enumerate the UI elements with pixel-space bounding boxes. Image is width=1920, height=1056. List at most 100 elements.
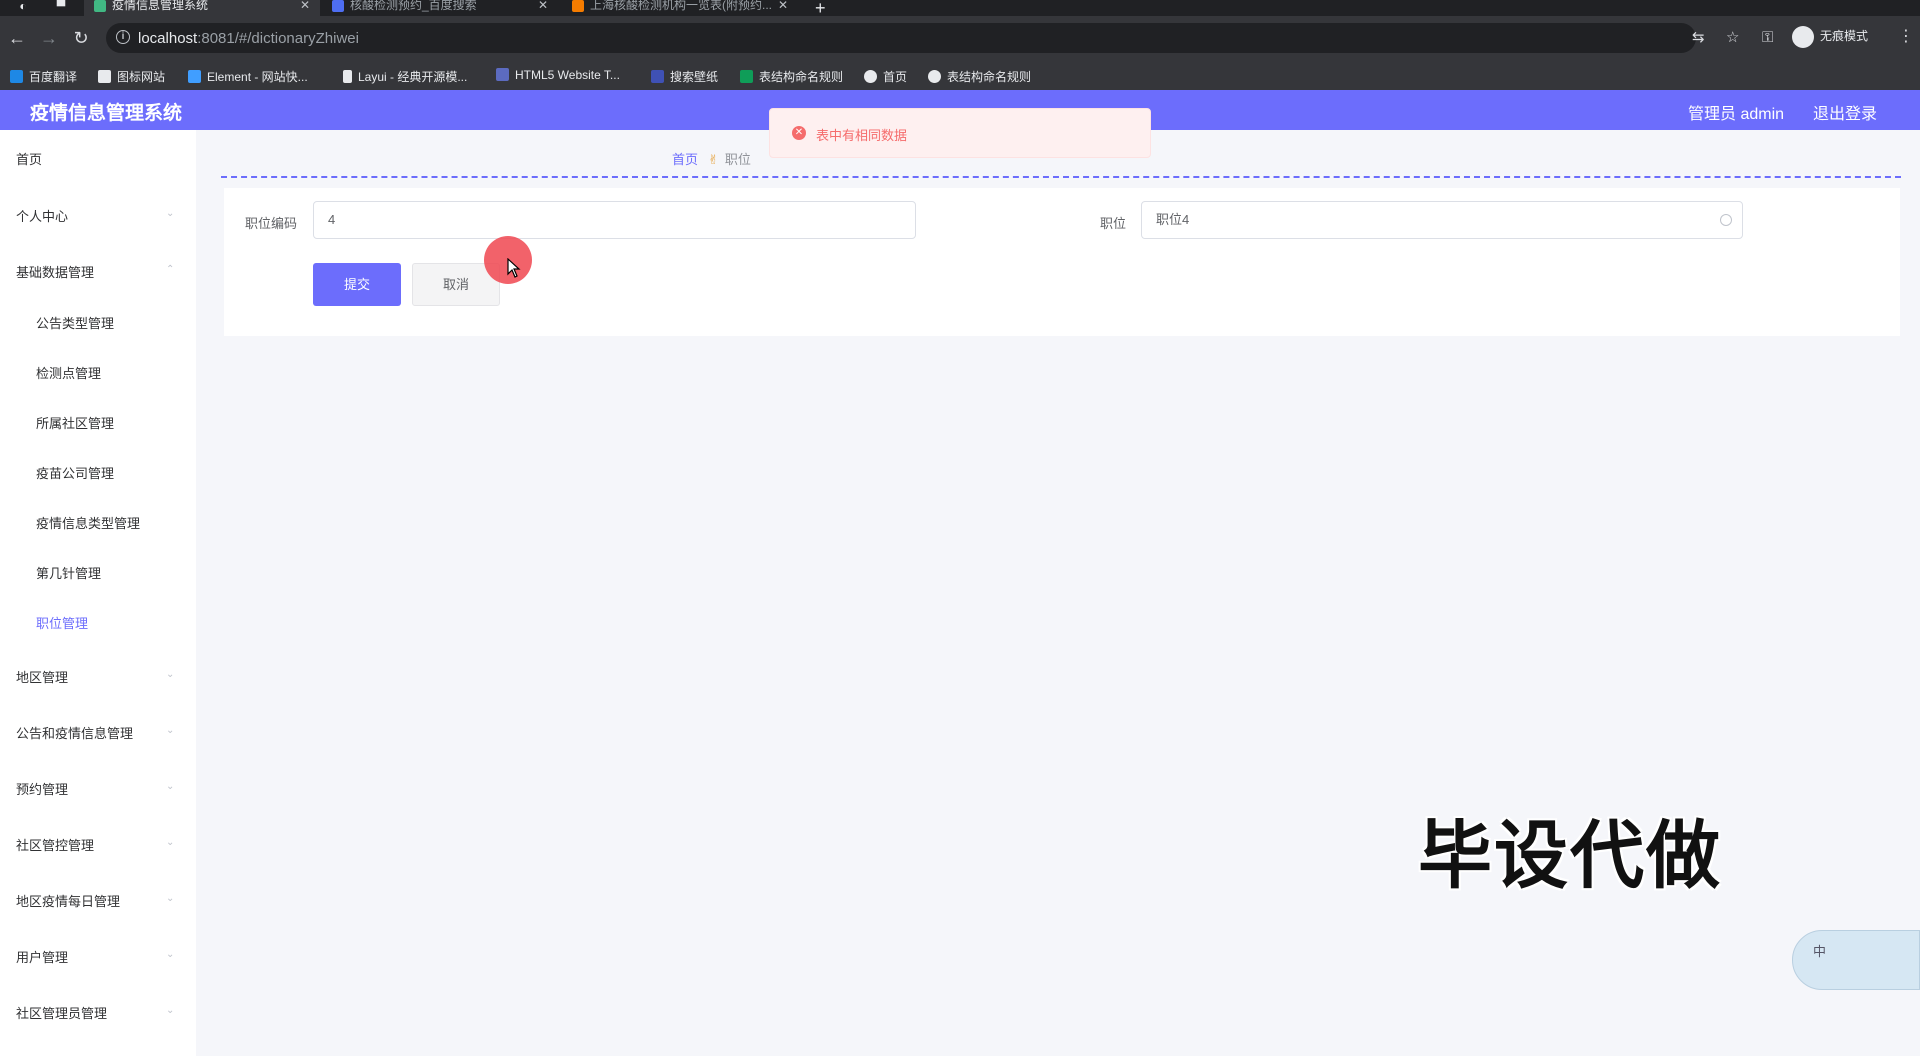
browser-tab[interactable]: 上海核酸检测机构一览表(附预约... ✕ [562, 0, 798, 16]
baidu-icon [332, 0, 344, 12]
breadcrumb: 首页 ✌ 职位 [672, 149, 751, 168]
tab-close-icon[interactable]: ✕ [300, 0, 310, 11]
sidebar-group[interactable]: 社区管理员管理 [16, 1003, 107, 1022]
chevron-down-icon: ⌄ [166, 725, 175, 736]
url-host: localhost [138, 30, 198, 47]
profile-label: 无痕模式 [1820, 29, 1869, 43]
sidebar-subitem-position[interactable]: 职位管理 [36, 613, 88, 632]
translate-icon[interactable]: ⇆ [1692, 28, 1705, 46]
address-bar[interactable]: i localhost:8081/#/dictionaryZhiwei ⇆ ☆ [106, 23, 1739, 53]
bookmark-item[interactable]: 表结构命名规则 [740, 68, 843, 85]
bookmark-label: Layui - 经典开源模... [358, 70, 468, 84]
divider [221, 176, 1901, 178]
globe-icon [864, 70, 877, 83]
incognito-profile[interactable]: 无痕模式 [1792, 24, 1868, 48]
sidebar-subitem[interactable]: 检测点管理 [36, 363, 101, 382]
wallpaper-icon [651, 70, 664, 83]
bookmark-star-icon[interactable]: ☆ [1726, 28, 1739, 46]
bookmark-item[interactable]: 表结构命名规则 [928, 68, 1031, 85]
globe-icon [928, 70, 941, 83]
chevron-down-icon: ⌄ [166, 949, 175, 960]
bookmark-label: 图标网站 [117, 70, 166, 84]
tab-search-icon[interactable]: ▀ [48, 0, 74, 16]
key-icon[interactable]: ⚿ [1762, 29, 1773, 46]
sidebar-subitem[interactable]: 疫苗公司管理 [36, 463, 114, 482]
bookmark-label: 表结构命名规则 [947, 70, 1032, 84]
sidebar-group[interactable]: 地区管理 [16, 667, 68, 686]
chevron-down-icon: ⌄ [166, 837, 175, 848]
watermark-text: 毕设代做 [1418, 814, 1722, 897]
chevron-down-icon: ⌄ [166, 1005, 175, 1016]
tab-title: 上海核酸检测机构一览表(附预约... [590, 0, 772, 12]
chevron-up-icon: ⌃ [166, 264, 175, 275]
tab-close-icon[interactable]: ✕ [538, 0, 548, 11]
sidebar-group[interactable]: 用户管理 [16, 947, 68, 966]
sidebar-subitem[interactable]: 公告类型管理 [36, 313, 114, 332]
browser-toolbar: ← → ↻ i localhost:8081/#/dictionaryZhiwe… [0, 16, 1920, 62]
browser-tab-bar: ◐ ▀ 疫情信息管理系统 ✕ 核酸检测预约_百度搜索 ✕ 上海核酸检测机构一览表… [0, 0, 1920, 18]
tab-title: 疫情信息管理系统 [112, 0, 209, 12]
breadcrumb-current: 职位 [724, 152, 751, 167]
chevron-down-icon: ⌄ [166, 208, 175, 219]
submit-button[interactable]: 提交 [313, 263, 401, 306]
bookmark-item[interactable]: Element - 网站快... [188, 68, 308, 85]
bookmark-item[interactable]: HTML5 Website T... [496, 68, 620, 82]
bookmark-label: 百度翻译 [29, 70, 78, 84]
site-icon [572, 0, 584, 12]
sidebar-group[interactable]: 社区管控管理 [16, 835, 94, 854]
position-code-label: 职位编码 [245, 216, 298, 231]
bookmark-label: 表结构命名规则 [759, 70, 844, 84]
sidebar: 首页 个人中心 ⌄ 基础数据管理 ⌃ 公告类型管理 检测点管理 所属社区管理 疫… [0, 130, 196, 1056]
sidebar-item-home[interactable]: 首页 [16, 149, 42, 168]
element-icon [188, 70, 201, 83]
hand-icon: ✌ [708, 152, 719, 167]
bookmark-item[interactable]: 搜索壁纸 [651, 68, 718, 85]
bookmark-label: HTML5 Website T... [515, 68, 620, 82]
browser-tab-active[interactable]: 疫情信息管理系统 ✕ [84, 0, 320, 16]
bookmark-label: Element - 网站快... [207, 70, 308, 84]
browser-menu-icon[interactable]: ⋮ [1898, 26, 1914, 46]
layui-icon [343, 70, 352, 83]
forward-icon[interactable]: → [38, 27, 60, 49]
browser-logo-icon[interactable]: ◐ [10, 0, 36, 16]
current-user: 管理员 admin [1688, 106, 1785, 123]
url-path: :8081/#/dictionaryZhiwei [197, 30, 359, 47]
reload-icon[interactable]: ↻ [70, 27, 92, 49]
sheet-icon [740, 70, 753, 83]
breadcrumb-home[interactable]: 首页 [672, 152, 698, 167]
address-url[interactable]: localhost:8081/#/dictionaryZhiwei [138, 30, 359, 47]
cursor-arrow-icon [507, 258, 521, 278]
position-name-input[interactable]: 职位4 [1141, 201, 1743, 239]
sidebar-item-basic-data[interactable]: 基础数据管理 [16, 262, 94, 281]
html5-icon [496, 68, 509, 81]
bookmarks-bar: 百度翻译 图标网站 Element - 网站快... Layui - 经典开源模… [0, 62, 1920, 91]
position-code-input[interactable]: 4 [313, 201, 916, 239]
error-toast: ✕ 表中有相同数据 [769, 108, 1151, 158]
back-icon[interactable]: ← [6, 27, 28, 49]
app-title: 疫情信息管理系统 [30, 103, 183, 124]
sidebar-group[interactable]: 公告和疫情信息管理 [16, 723, 133, 742]
chevron-down-icon: ⌄ [166, 781, 175, 792]
toast-message: 表中有相同数据 [816, 128, 908, 143]
sidebar-subitem[interactable]: 第几针管理 [36, 563, 101, 582]
clear-icon[interactable] [1720, 214, 1732, 226]
vue-icon [94, 0, 106, 12]
sidebar-group[interactable]: 地区疫情每日管理 [16, 891, 120, 910]
chevron-down-icon: ⌄ [166, 669, 175, 680]
ime-float-widget[interactable]: 中 [1792, 930, 1920, 990]
tab-close-icon[interactable]: ✕ [778, 0, 788, 11]
site-info-icon[interactable]: i [116, 30, 130, 44]
sidebar-subitem[interactable]: 所属社区管理 [36, 413, 114, 432]
tab-title: 核酸检测预约_百度搜索 [350, 0, 477, 12]
sidebar-item-personal[interactable]: 个人中心 [16, 206, 68, 225]
bookmark-item[interactable]: 首页 [864, 68, 907, 85]
bookmark-item[interactable]: Layui - 经典开源模... [343, 68, 467, 85]
position-name-value: 职位4 [1156, 212, 1190, 227]
sidebar-subitem[interactable]: 疫情信息类型管理 [36, 513, 140, 532]
browser-tab[interactable]: 核酸检测预约_百度搜索 ✕ [322, 0, 558, 16]
ime-label: 中 [1813, 944, 1827, 959]
sidebar-group[interactable]: 预约管理 [16, 779, 68, 798]
bookmark-item[interactable]: 百度翻译 [10, 68, 77, 85]
logout-button[interactable]: 退出登录 [1813, 100, 1877, 124]
bookmark-item[interactable]: 图标网站 [98, 68, 165, 85]
